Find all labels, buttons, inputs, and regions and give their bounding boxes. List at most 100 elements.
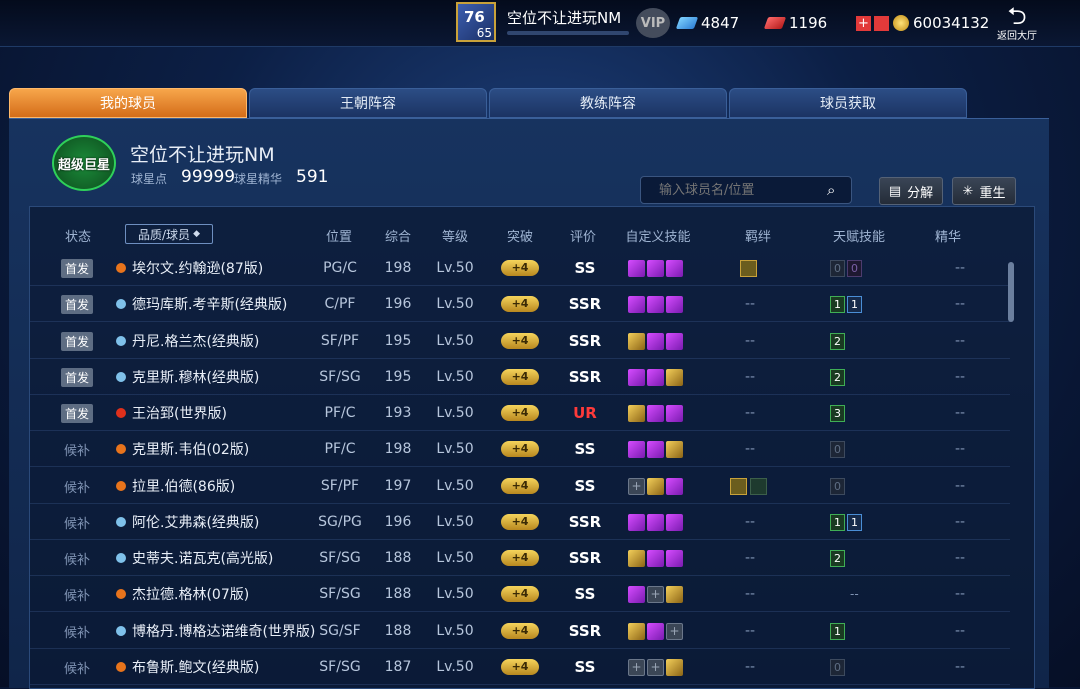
- player-row[interactable]: 首发 王治郅(世界版) PF/C 193 Lv.50 +4 UR -- 3 --: [30, 395, 1025, 431]
- ticket-counter[interactable]: 1196: [763, 0, 827, 46]
- table-scrollbar[interactable]: [1008, 262, 1014, 322]
- player-name-cell[interactable]: 史蒂夫.诺瓦克(高光版): [116, 540, 326, 576]
- talent-skill-badge[interactable]: 0: [830, 440, 845, 458]
- status-cell[interactable]: 首发: [56, 395, 98, 431]
- player-row[interactable]: 候补 杰拉德.格林(07版) SF/SG 188 Lv.50 +4 SS + -- -- --: [30, 576, 1025, 612]
- player-avatar[interactable]: 76 65: [456, 2, 496, 42]
- player-row[interactable]: 首发 克里斯.穆林(经典版) SF/SG 195 Lv.50 +4 SSR -- 2 --: [30, 359, 1025, 395]
- empty-skill-slot-icon[interactable]: +: [647, 658, 664, 676]
- custom-skill-icon[interactable]: [628, 295, 645, 313]
- player-row[interactable]: 候补 布鲁斯.鲍文(经典版) SF/SG 187 Lv.50 +4 SS + + -- 0 --: [30, 649, 1025, 685]
- status-cell[interactable]: 候补: [56, 431, 98, 467]
- custom-skill-icon[interactable]: [666, 585, 683, 603]
- status-cell[interactable]: 候补: [56, 504, 98, 540]
- custom-skill-icon[interactable]: [647, 549, 664, 567]
- vip-badge-icon[interactable]: VIP: [636, 8, 670, 38]
- custom-skill-icon[interactable]: [628, 549, 645, 567]
- empty-skill-slot-icon[interactable]: +: [628, 477, 645, 495]
- empty-skill-slot-icon[interactable]: +: [666, 622, 683, 640]
- custom-skill-icon[interactable]: [647, 295, 664, 313]
- talent-skill-badge[interactable]: 0: [830, 477, 845, 495]
- custom-skill-icon[interactable]: [647, 513, 664, 531]
- player-name-cell[interactable]: 杰拉德.格林(07版): [116, 576, 326, 612]
- player-row[interactable]: 首发 德玛库斯.考辛斯(经典版) C/PF 196 Lv.50 +4 SSR -- 1 1 --: [30, 286, 1025, 322]
- custom-skill-icon[interactable]: [628, 622, 645, 640]
- custom-skill-icon[interactable]: [628, 332, 645, 350]
- player-row[interactable]: 首发 埃尔文.约翰逊(87版) PG/C 198 Lv.50 +4 SS 0 0 --: [30, 250, 1025, 286]
- tab-player-acquire[interactable]: 球员获取: [729, 88, 967, 118]
- custom-skill-icon[interactable]: [628, 404, 645, 422]
- exchange-icon[interactable]: [874, 15, 889, 31]
- diamond-counter[interactable]: 4847: [675, 0, 739, 46]
- decompose-button[interactable]: ▤ 分解: [879, 177, 943, 205]
- status-cell[interactable]: 候补: [56, 576, 98, 612]
- player-row[interactable]: 候补 阿伦.艾弗森(经典版) SG/PG 196 Lv.50 +4 SSR -- 1 1 --: [30, 504, 1025, 540]
- player-row[interactable]: 候补 史蒂夫.诺瓦克(高光版) SF/SG 188 Lv.50 +4 SSR -- 2 --: [30, 540, 1025, 576]
- custom-skill-icon[interactable]: [628, 585, 645, 603]
- custom-skill-icon[interactable]: [647, 404, 664, 422]
- status-cell[interactable]: 首发: [56, 323, 98, 359]
- talent-skill-badge[interactable]: 1: [830, 513, 845, 531]
- status-cell[interactable]: 候补: [56, 613, 98, 649]
- custom-skill-icon[interactable]: [666, 404, 683, 422]
- talent-skill-badge[interactable]: 2: [830, 549, 845, 567]
- player-name-cell[interactable]: 王治郅(世界版): [116, 395, 326, 431]
- tab-my-players[interactable]: 我的球员: [9, 88, 247, 118]
- bond-icon[interactable]: [730, 477, 747, 495]
- status-cell[interactable]: 候补: [56, 540, 98, 576]
- custom-skill-icon[interactable]: [647, 477, 664, 495]
- bond-icon[interactable]: [750, 477, 767, 495]
- custom-skill-icon[interactable]: [666, 332, 683, 350]
- status-cell[interactable]: 首发: [56, 250, 98, 286]
- rebirth-button[interactable]: ✳ 重生: [952, 177, 1016, 205]
- custom-skill-icon[interactable]: [666, 513, 683, 531]
- talent-skill-badge[interactable]: 2: [830, 368, 845, 386]
- custom-skill-icon[interactable]: [666, 658, 683, 676]
- talent-skill-badge[interactable]: 1: [847, 513, 862, 531]
- custom-skill-icon[interactable]: [628, 440, 645, 458]
- talent-skill-badge[interactable]: 0: [847, 259, 862, 277]
- player-name-cell[interactable]: 丹尼.格兰杰(经典版): [116, 323, 326, 359]
- player-row[interactable]: 候补 克里斯.韦伯(02版) PF/C 198 Lv.50 +4 SS -- 0 --: [30, 431, 1025, 467]
- status-cell[interactable]: 候补: [56, 649, 98, 685]
- talent-skill-badge[interactable]: 1: [830, 295, 845, 313]
- player-name-cell[interactable]: 克里斯.韦伯(02版): [116, 431, 326, 467]
- player-name-cell[interactable]: 拉里.伯德(86版): [116, 468, 326, 504]
- return-lobby-button[interactable]: ⮌ 返回大厅: [992, 0, 1042, 46]
- status-cell[interactable]: 首发: [56, 286, 98, 322]
- add-icon[interactable]: +: [856, 15, 871, 31]
- player-name-cell[interactable]: 克里斯.穆林(经典版): [116, 359, 326, 395]
- player-search-input[interactable]: [640, 176, 852, 204]
- player-row[interactable]: 首发 丹尼.格兰杰(经典版) SF/PF 195 Lv.50 +4 SSR -- 2 --: [30, 323, 1025, 359]
- talent-skill-badge[interactable]: 1: [847, 295, 862, 313]
- custom-skill-icon[interactable]: [666, 259, 683, 277]
- bond-icon[interactable]: [740, 259, 757, 277]
- talent-skill-badge[interactable]: 0: [830, 658, 845, 676]
- tab-coach-lineup[interactable]: 教练阵容: [489, 88, 727, 118]
- custom-skill-icon[interactable]: [666, 440, 683, 458]
- custom-skill-icon[interactable]: [666, 477, 683, 495]
- player-name-cell[interactable]: 博格丹.博格达诺维奇(世界版): [116, 613, 326, 649]
- player-row[interactable]: 候补 博格丹.博格达诺维奇(世界版) SG/SF 188 Lv.50 +4 SSR + -- 1 -…: [30, 613, 1025, 649]
- custom-skill-icon[interactable]: [647, 332, 664, 350]
- coin-counter[interactable]: + 60034132: [856, 0, 989, 46]
- talent-skill-badge[interactable]: 0: [830, 259, 845, 277]
- player-name-cell[interactable]: 埃尔文.约翰逊(87版): [116, 250, 326, 286]
- status-cell[interactable]: 首发: [56, 359, 98, 395]
- talent-skill-badge[interactable]: 3: [830, 404, 845, 422]
- status-cell[interactable]: 候补: [56, 468, 98, 504]
- custom-skill-icon[interactable]: [647, 622, 664, 640]
- search-icon[interactable]: ⌕: [827, 181, 835, 199]
- custom-skill-icon[interactable]: [666, 295, 683, 313]
- custom-skill-icon[interactable]: [647, 368, 664, 386]
- player-name-cell[interactable]: 德玛库斯.考辛斯(经典版): [116, 286, 326, 322]
- player-name-cell[interactable]: 布鲁斯.鲍文(经典版): [116, 649, 326, 685]
- custom-skill-icon[interactable]: [647, 440, 664, 458]
- custom-skill-icon[interactable]: [628, 259, 645, 277]
- custom-skill-icon[interactable]: [666, 368, 683, 386]
- custom-skill-icon[interactable]: [628, 513, 645, 531]
- player-name-cell[interactable]: 阿伦.艾弗森(经典版): [116, 504, 326, 540]
- talent-skill-badge[interactable]: 2: [830, 332, 845, 350]
- sort-quality-button[interactable]: 品质/球员 ◆: [125, 224, 213, 244]
- empty-skill-slot-icon[interactable]: +: [647, 585, 664, 603]
